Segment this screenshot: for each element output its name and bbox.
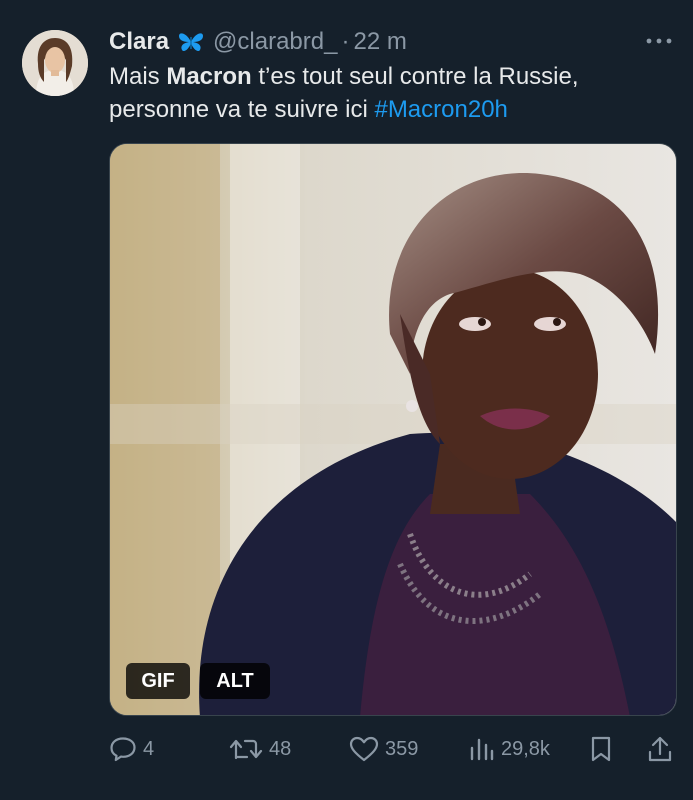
avatar[interactable]	[22, 30, 88, 96]
views-count: 29,8k	[501, 737, 550, 760]
bookmark-button[interactable]	[589, 735, 613, 763]
reply-icon	[109, 736, 137, 762]
views-button[interactable]: 29,8k	[469, 736, 550, 762]
gif-media[interactable]: GIF ALT	[109, 143, 677, 716]
bookmark-icon	[589, 735, 613, 763]
author-name[interactable]: Clara	[109, 28, 169, 56]
like-button[interactable]: 359	[349, 736, 418, 762]
tweet-actions: 4 48 359 29,8k	[109, 729, 677, 769]
views-icon	[469, 736, 495, 762]
share-button[interactable]	[647, 735, 673, 763]
tweet-text-part1: Mais	[109, 63, 167, 90]
separator-dot: ·	[341, 28, 350, 55]
butterfly-icon	[177, 31, 205, 53]
tweet-text-bold: Macron	[166, 63, 252, 90]
heart-icon	[349, 736, 379, 762]
timestamp[interactable]: 22 m	[353, 28, 406, 56]
tweet-text: Mais Macron t’es tout seul contre la Rus…	[109, 60, 669, 126]
tweet[interactable]: Clara @clarabrd_ · 22 m Mais Macron t’es…	[0, 0, 693, 800]
retweet-count: 48	[269, 737, 292, 760]
tweet-header: Clara @clarabrd_ · 22 m	[109, 26, 407, 58]
reply-button[interactable]: 4	[109, 736, 154, 762]
retweet-icon	[229, 736, 263, 762]
author-handle[interactable]: @clarabrd_	[213, 28, 337, 56]
gif-badge: GIF	[126, 663, 190, 699]
alt-button[interactable]: ALT	[200, 663, 270, 699]
hashtag-link[interactable]: #Macron20h	[374, 96, 507, 123]
reply-count: 4	[143, 737, 155, 760]
share-icon	[647, 735, 673, 763]
retweet-button[interactable]: 48	[229, 736, 291, 762]
like-count: 359	[385, 737, 419, 760]
more-icon[interactable]	[645, 28, 673, 54]
